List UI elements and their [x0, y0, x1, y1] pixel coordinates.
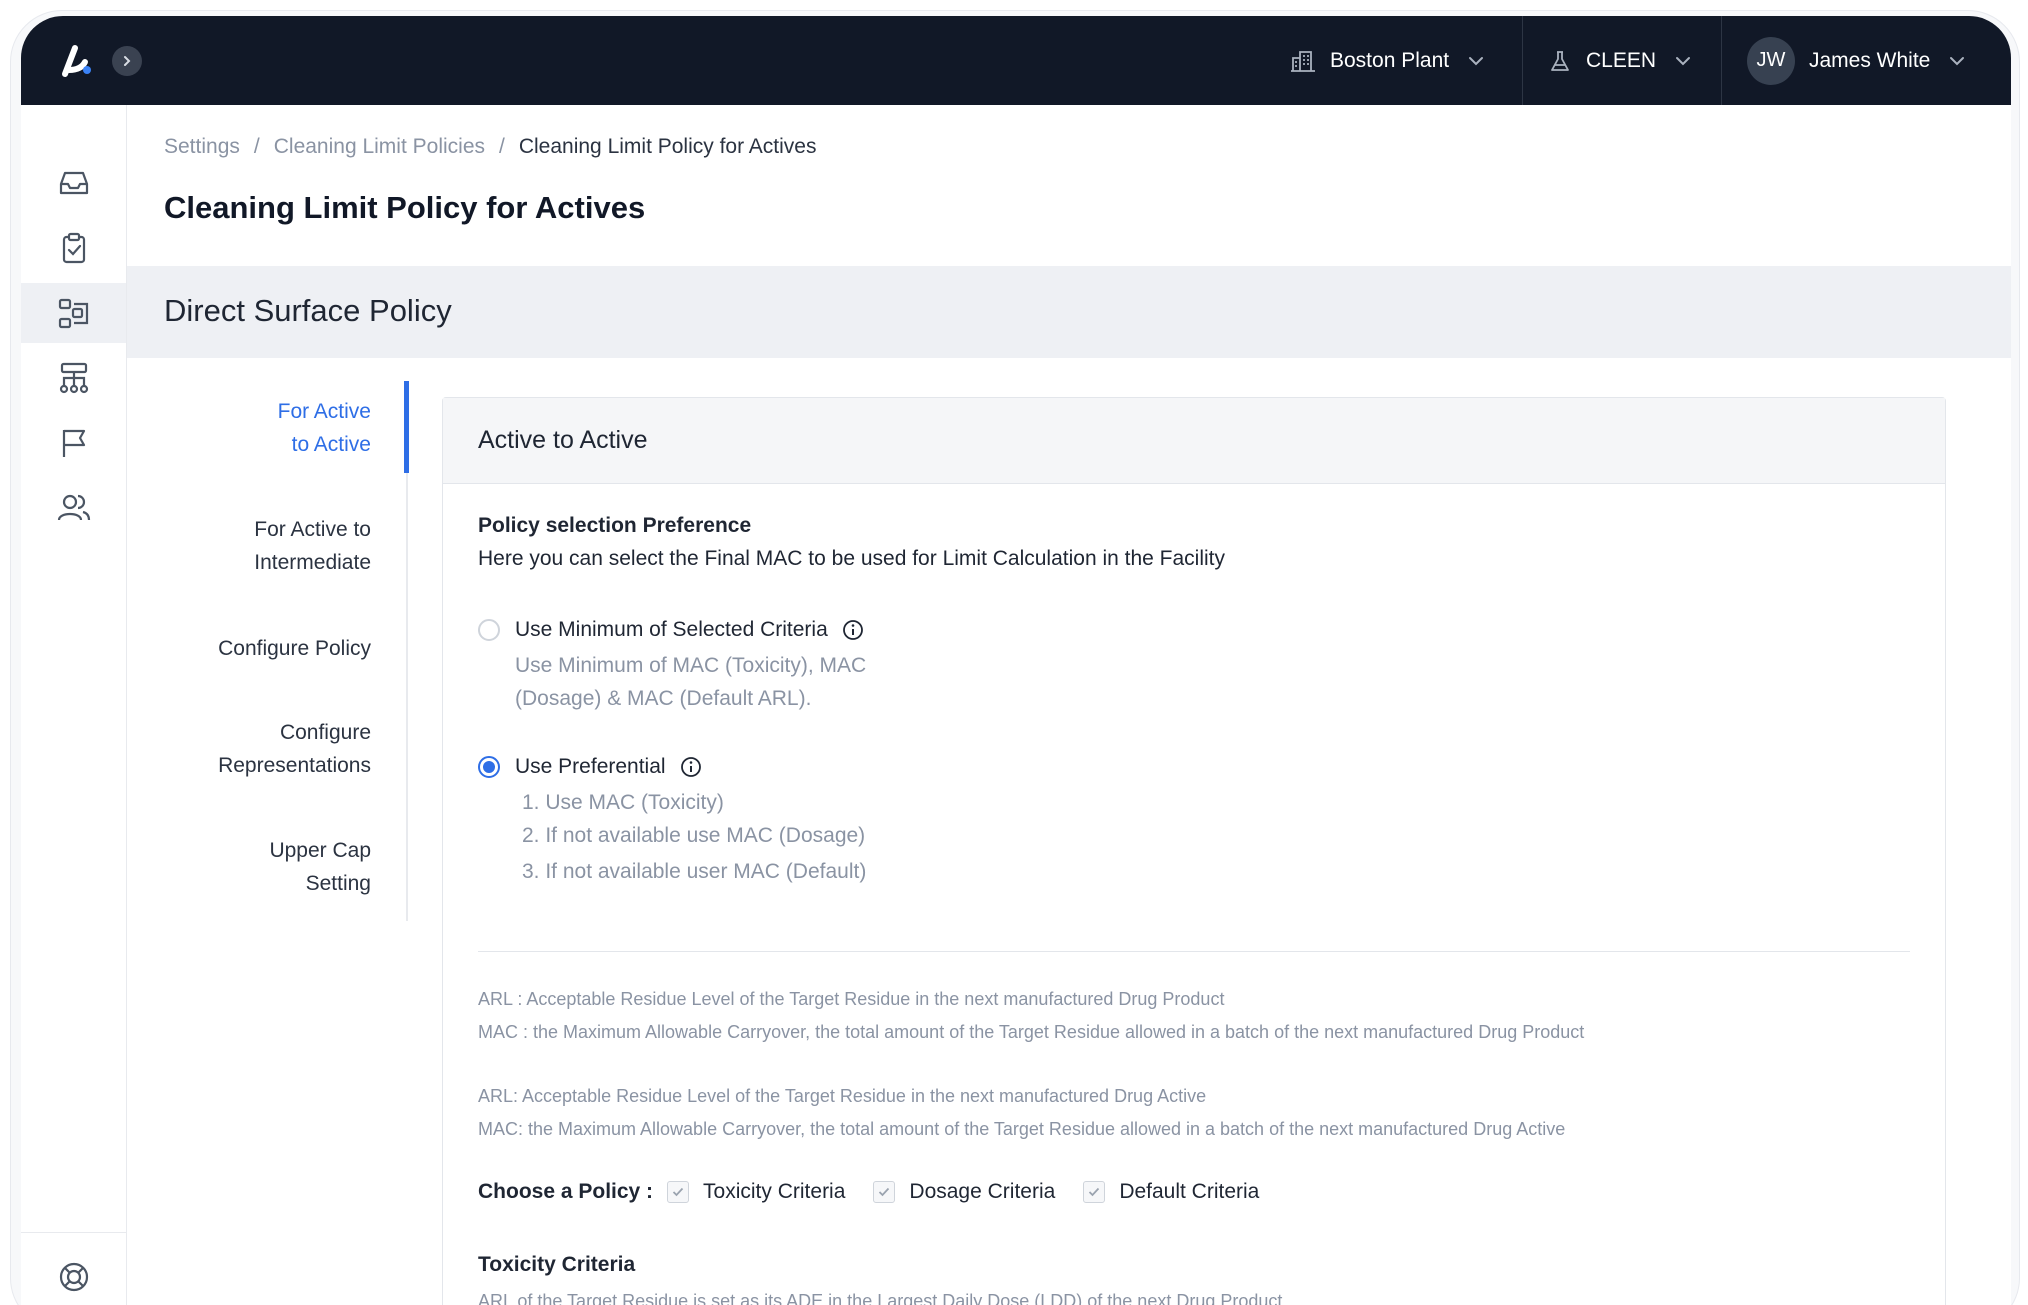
user-name: James White [1809, 48, 1931, 72]
section-header: Direct Surface Policy [127, 266, 2011, 358]
clipboard-check-icon [62, 232, 85, 264]
help-lifebuoy-icon [59, 1262, 88, 1292]
building-icon [1290, 48, 1316, 74]
criteria-dosage[interactable]: Dosage Criteria [873, 1180, 1055, 1204]
plant-selector[interactable]: Boston Plant [1290, 16, 1485, 105]
criteria-label: Dosage Criteria [909, 1180, 1056, 1203]
preference-heading: Policy selection Preference [478, 514, 752, 537]
module-name: CLEEN [1586, 48, 1657, 72]
radio-use-minimum[interactable] [478, 619, 500, 641]
chevron-down-icon [1948, 52, 1966, 70]
hierarchy-icon [59, 362, 88, 394]
checkbox-toxicity[interactable] [667, 1181, 690, 1203]
info-icon[interactable] [842, 619, 864, 641]
expand-sidebar-button[interactable] [112, 46, 142, 76]
check-icon [879, 1187, 890, 1197]
criteria-label: Toxicity Criteria [703, 1180, 846, 1203]
check-icon [672, 1187, 684, 1197]
flask-icon [1548, 49, 1572, 73]
divider [21, 1232, 126, 1233]
preferential-step: 1. Use MAC (Toxicity) [522, 791, 724, 814]
note-arl-active: ARL: Acceptable Residue Level of the Tar… [478, 1086, 1207, 1106]
subnav-item-configure-representations[interactable]: Configure Representations [71, 716, 371, 782]
criteria-label: Default Criteria [1119, 1180, 1260, 1203]
subnav-item-active-to-intermediate[interactable]: For Active to Intermediate [71, 513, 371, 579]
inbox-icon [59, 171, 88, 195]
preferential-step: 3. If not available user MAC (Default) [522, 860, 867, 883]
choose-policy-label: Choose a Policy : [478, 1180, 654, 1203]
preference-description: Here you can select the Final MAC to be … [478, 547, 1226, 570]
top-bar: Boston Plant CLEEN JW James White [21, 16, 2011, 105]
checkbox-dosage[interactable] [873, 1181, 896, 1203]
card-title: Active to Active [443, 398, 1945, 484]
sidebar-item-help[interactable] [21, 1247, 126, 1305]
module-selector[interactable]: CLEEN [1548, 16, 1692, 105]
choose-policy-row: Choose a Policy : Toxicity Criteria Dosa… [478, 1180, 1259, 1204]
policy-flow-icon [58, 298, 88, 329]
chevron-down-icon [1467, 52, 1485, 70]
note-mac-active: MAC: the Maximum Allowable Carryover, th… [478, 1119, 1566, 1139]
breadcrumb-cleaning-limit-policies[interactable]: Cleaning Limit Policies [274, 135, 485, 159]
page-title: Cleaning Limit Policy for Actives [164, 190, 646, 225]
sidebar-item-policies[interactable] [21, 283, 126, 343]
note-arl-product: ARL : Acceptable Residue Level of the Ta… [478, 989, 1225, 1009]
option-description: Use Minimum of MAC (Toxicity), MAC [515, 654, 867, 677]
breadcrumb-current: Cleaning Limit Policy for Actives [518, 135, 817, 158]
app-logo-icon[interactable] [55, 40, 95, 80]
section-title: Direct Surface Policy [164, 293, 452, 328]
option-description: (Dosage) & MAC (Default ARL). [515, 687, 812, 710]
preferential-step: 2. If not available use MAC (Dosage) [522, 824, 866, 847]
breadcrumb-separator: / [253, 135, 260, 158]
subnav-item-active-to-active[interactable]: For Active to Active [71, 395, 371, 461]
info-icon[interactable] [680, 756, 702, 778]
subnav-active-indicator [404, 381, 409, 473]
breadcrumb-settings[interactable]: Settings [164, 135, 240, 159]
check-icon [1089, 1187, 1100, 1197]
divider [1522, 16, 1523, 105]
option-use-preferential[interactable]: Use Preferential [478, 755, 702, 779]
sidebar-item-inbox[interactable] [21, 153, 126, 213]
breadcrumb-separator: / [499, 135, 505, 158]
criteria-default[interactable]: Default Criteria [1083, 1180, 1259, 1204]
chevron-right-icon [124, 56, 131, 66]
subnav-item-configure-policy[interactable]: Configure Policy [71, 632, 371, 665]
breadcrumb: Settings / Cleaning Limit Policies / Cle… [164, 135, 816, 159]
toxicity-criteria-heading: Toxicity Criteria [478, 1253, 636, 1276]
sidebar-item-tasks[interactable] [21, 218, 126, 278]
subnav-item-upper-cap-setting[interactable]: Upper Cap Setting [71, 834, 371, 900]
sidebar [21, 105, 127, 1305]
divider [478, 951, 1910, 952]
chevron-down-icon [1674, 52, 1692, 70]
plant-name: Boston Plant [1330, 48, 1450, 72]
user-menu[interactable]: JW James White [1747, 16, 1966, 105]
app-window: Boston Plant CLEEN JW James White Settin… [21, 16, 2011, 1305]
avatar: JW [1747, 36, 1795, 85]
divider [1721, 16, 1722, 105]
note-mac-product: MAC : the Maximum Allowable Carryover, t… [478, 1022, 1585, 1042]
option-use-minimum[interactable]: Use Minimum of Selected Criteria [478, 618, 864, 642]
policy-card: Active to Active Policy selection Prefer… [442, 397, 1946, 1305]
criteria-toxicity[interactable]: Toxicity Criteria [667, 1180, 845, 1204]
radio-use-preferential[interactable] [478, 756, 500, 778]
option-label: Use Minimum of Selected Criteria [515, 618, 828, 641]
checkbox-default[interactable] [1083, 1181, 1106, 1203]
toxicity-criteria-description: ARL of the Target Residue is set as its … [478, 1291, 1283, 1305]
option-label: Use Preferential [515, 755, 666, 778]
